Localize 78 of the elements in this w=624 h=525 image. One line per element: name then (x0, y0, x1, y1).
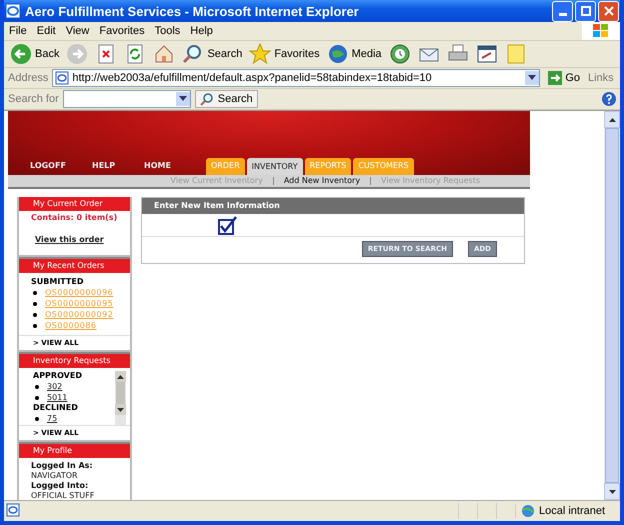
menu-item[interactable]: Favorites (94, 25, 150, 37)
bullet-icon (33, 302, 37, 306)
browser-logo-icon (5, 3, 21, 19)
profile-value: OFFICIAL STUFF (31, 491, 96, 500)
favorites-icon (249, 43, 272, 65)
history-icon (388, 43, 411, 65)
help-icon[interactable] (602, 92, 616, 106)
search-button[interactable]: Search (194, 90, 258, 108)
menu-item[interactable]: Tools (150, 25, 186, 37)
nav-link[interactable]: HELP (92, 161, 142, 175)
panel-header: Enter New Item Information (142, 198, 524, 214)
media-button[interactable]: Media (324, 43, 384, 65)
view-order-link[interactable]: View this order (35, 235, 104, 245)
scroll-up-icon (608, 118, 616, 122)
minimize-button[interactable] (552, 0, 573, 22)
search-field[interactable] (62, 90, 191, 108)
request-link[interactable]: 75 (47, 414, 58, 424)
note-icon (504, 43, 527, 65)
close-button[interactable] (598, 0, 619, 22)
profile-label: Logged In As: (31, 461, 94, 471)
address-label: Address (8, 72, 48, 84)
dropdown-arrow-icon (178, 96, 187, 102)
bullet-icon (35, 384, 39, 388)
panel-header: My Profile (19, 442, 130, 458)
page-scrollbar[interactable] (604, 111, 620, 500)
menu-item[interactable]: Edit (32, 25, 61, 37)
search-icon (200, 92, 214, 106)
edit-icon (476, 43, 498, 65)
windows-flag-icon (582, 22, 620, 40)
bullet-icon (33, 312, 37, 316)
back-icon (10, 43, 32, 65)
order-count: Contains: 0 item(s) (31, 213, 118, 223)
panel-header: My Current Order (19, 197, 130, 211)
forward-icon (66, 43, 88, 65)
minimize-icon (558, 12, 566, 16)
subnav-link[interactable]: Add New Inventory (284, 176, 360, 186)
maximize-icon (580, 6, 590, 16)
favorites-button[interactable]: Favorites (247, 43, 322, 65)
media-icon (326, 43, 349, 65)
page-icon (55, 71, 70, 85)
page-icon (6, 502, 20, 520)
menu-item[interactable]: Help (185, 25, 218, 37)
scrollbar[interactable] (115, 371, 126, 425)
zone-label: Local intranet (539, 505, 606, 517)
arrow-icon (548, 71, 562, 85)
panel-header: My Recent Orders (19, 257, 130, 273)
tab[interactable]: INVENTORY (246, 158, 303, 175)
home-icon (153, 43, 176, 65)
nav-link[interactable]: HOME (144, 161, 194, 175)
request-link[interactable]: 5011 (47, 392, 68, 402)
scroll-down-icon (117, 408, 124, 412)
bullet-icon (33, 290, 37, 294)
address-field[interactable]: http://web2003a/efulfillment/default.aspx?panelid=58tabindex=18tabid=10 (52, 69, 540, 87)
bullet-icon (33, 324, 37, 328)
back-button[interactable]: Back (8, 43, 62, 65)
scroll-down-icon (608, 490, 616, 494)
maximize-button[interactable] (575, 0, 596, 22)
group-label: DECLINED (33, 403, 79, 413)
profile-value: NAVIGATOR (31, 471, 79, 481)
request-link[interactable]: 302 (47, 382, 62, 392)
go-button[interactable]: Go (544, 71, 584, 85)
bullet-icon (35, 416, 39, 420)
search-label: Search for (8, 93, 59, 105)
group-label: SUBMITTED (31, 277, 84, 287)
globe-icon (520, 504, 536, 518)
window-title: Aero Fulfillment Services - Microsoft Internet Explorer (25, 4, 360, 18)
scroll-up-icon (117, 374, 124, 378)
search-button[interactable]: Search (180, 43, 244, 65)
links-button[interactable]: Links (588, 72, 616, 84)
nav-link[interactable]: LOGOFF (30, 161, 90, 175)
close-icon (604, 6, 614, 16)
checkbox[interactable] (218, 216, 238, 236)
profile-label: Logged Into: (31, 481, 90, 491)
panel-header: Inventory Requests (19, 352, 130, 368)
menu-item[interactable]: File (4, 25, 32, 37)
bullet-icon (35, 396, 39, 400)
group-label: APPROVED (33, 371, 83, 381)
menu-item[interactable]: View (60, 25, 94, 37)
